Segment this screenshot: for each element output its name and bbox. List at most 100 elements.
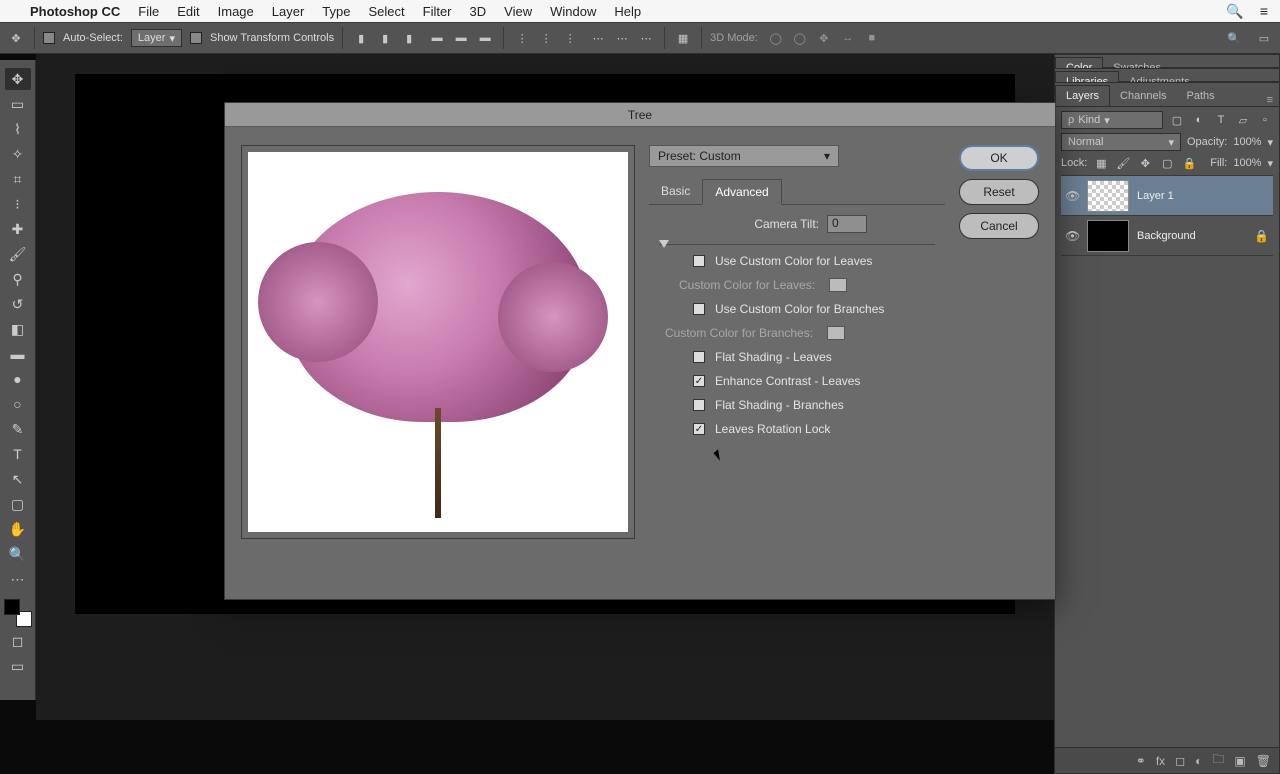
3d-slide-icon[interactable]: ↔ [838, 28, 858, 48]
menu-window[interactable]: Window [550, 4, 596, 19]
lock-pixels-icon[interactable]: 🖌 [1115, 155, 1131, 171]
menu-image[interactable]: Image [218, 4, 254, 19]
3d-zoom-icon[interactable]: ■ [862, 28, 882, 48]
3d-pan-icon[interactable]: ✥ [814, 28, 834, 48]
fill-value[interactable]: 100% [1233, 157, 1261, 169]
lock-all-icon[interactable]: 🔒 [1181, 155, 1197, 171]
lock-transparent-icon[interactable]: ▦ [1093, 155, 1109, 171]
filter-adjust-icon[interactable]: ◐ [1191, 112, 1207, 128]
show-transform-checkbox[interactable] [190, 32, 202, 44]
screenmode-tool[interactable]: ▭ [5, 655, 31, 677]
3d-orbit-icon[interactable]: ◯ [766, 28, 786, 48]
crop-tool[interactable]: ⌗ [5, 168, 31, 190]
lock-position-icon[interactable]: ✥ [1137, 155, 1153, 171]
use-custom-color-branches-checkbox[interactable]: Use Custom Color for Branches [649, 297, 945, 321]
pen-tool[interactable]: ✎ [5, 418, 31, 440]
new-layer-icon[interactable]: ▣ [1234, 754, 1245, 768]
dodge-tool[interactable]: ○ [5, 393, 31, 415]
auto-align-icon[interactable]: ▦ [673, 28, 693, 48]
healing-tool[interactable]: ✚ [5, 218, 31, 240]
filter-type-icon[interactable]: T [1213, 112, 1229, 128]
layers-panel-menu-icon[interactable]: ≡ [1261, 94, 1279, 106]
spotlight-icon[interactable]: 🔍 [1226, 3, 1243, 20]
link-layers-icon[interactable]: ⚭ [1136, 754, 1146, 768]
marquee-tool[interactable]: ▭ [5, 93, 31, 115]
magic-wand-tool[interactable]: ✧ [5, 143, 31, 165]
quickmask-tool[interactable]: ◻ [5, 630, 31, 652]
filter-pixel-icon[interactable]: ▢ [1169, 112, 1185, 128]
preset-dropdown[interactable]: Preset: Custom▾ [649, 145, 839, 167]
align-center-icon[interactable]: ▮ [375, 28, 395, 48]
foreground-color[interactable] [4, 599, 20, 615]
path-tool[interactable]: ↖ [5, 468, 31, 490]
hand-tool[interactable]: ✋ [5, 518, 31, 540]
shape-tool[interactable]: ▢ [5, 493, 31, 515]
auto-select-checkbox[interactable] [43, 32, 55, 44]
app-name[interactable]: Photoshop CC [30, 4, 120, 19]
delete-layer-icon[interactable]: 🗑 [1256, 754, 1271, 768]
adjustment-layer-icon[interactable]: ◐ [1195, 754, 1202, 768]
leaves-rotation-lock-checkbox[interactable]: Leaves Rotation Lock [649, 417, 945, 441]
lasso-tool[interactable]: ⌇ [5, 118, 31, 140]
reset-button[interactable]: Reset [959, 179, 1039, 205]
search-icon[interactable]: 🔍 [1224, 28, 1244, 48]
menu-file[interactable]: File [138, 4, 159, 19]
enhance-contrast-leaves-checkbox[interactable]: Enhance Contrast - Leaves [649, 369, 945, 393]
blur-tool[interactable]: ● [5, 368, 31, 390]
tab-layers[interactable]: Layers [1055, 85, 1110, 106]
tab-channels[interactable]: Channels [1110, 86, 1176, 106]
menu-icon[interactable]: ≡ [1260, 3, 1268, 20]
camera-tilt-slider[interactable] [659, 235, 935, 245]
gradient-tool[interactable]: ▬ [5, 343, 31, 365]
visibility-icon[interactable]: 👁 [1065, 189, 1079, 203]
align-middle-icon[interactable]: ▬ [451, 28, 471, 48]
eyedropper-tool[interactable]: ⁝ [5, 193, 31, 215]
branches-color-swatch[interactable] [827, 326, 845, 340]
flat-shading-branches-checkbox[interactable]: Flat Shading - Branches [649, 393, 945, 417]
zoom-tool[interactable]: 🔍 [5, 543, 31, 565]
menu-type[interactable]: Type [322, 4, 350, 19]
align-right-icon[interactable]: ▮ [399, 28, 419, 48]
type-tool[interactable]: T [5, 443, 31, 465]
tab-paths[interactable]: Paths [1177, 86, 1225, 106]
menu-help[interactable]: Help [614, 4, 641, 19]
tab-basic[interactable]: Basic [649, 179, 702, 204]
filter-shape-icon[interactable]: ▱ [1235, 112, 1251, 128]
distribute-v3-icon[interactable]: ⋯ [636, 28, 656, 48]
layer-name[interactable]: Background [1137, 230, 1196, 242]
layer-row-layer1[interactable]: 👁 Layer 1 [1061, 176, 1273, 216]
3d-roll-icon[interactable]: ◯ [790, 28, 810, 48]
more-tool[interactable]: ⋯ [5, 568, 31, 590]
color-swatches[interactable] [4, 599, 32, 627]
distribute-h2-icon[interactable]: ⋮ [536, 28, 556, 48]
use-custom-color-leaves-checkbox[interactable]: Use Custom Color for Leaves [649, 249, 945, 273]
flat-shading-leaves-checkbox[interactable]: Flat Shading - Leaves [649, 345, 945, 369]
layer-style-icon[interactable]: fx [1156, 754, 1165, 768]
cancel-button[interactable]: Cancel [959, 213, 1039, 239]
layer-thumbnail[interactable] [1087, 220, 1129, 252]
lock-artboard-icon[interactable]: ▢ [1159, 155, 1175, 171]
camera-tilt-input[interactable]: 0 [827, 215, 867, 233]
distribute-h1-icon[interactable]: ⋮ [512, 28, 532, 48]
tab-advanced[interactable]: Advanced [702, 179, 781, 205]
blend-mode-dropdown[interactable]: Normal▾ [1061, 133, 1181, 151]
auto-select-dropdown[interactable]: Layer▾ [131, 29, 182, 47]
leaves-color-swatch[interactable] [829, 278, 847, 292]
align-top-icon[interactable]: ▬ [427, 28, 447, 48]
group-icon[interactable]: 🗀 [1212, 750, 1224, 771]
move-tool[interactable]: ✥ [5, 68, 31, 90]
menu-edit[interactable]: Edit [177, 4, 199, 19]
distribute-v1-icon[interactable]: ⋯ [588, 28, 608, 48]
menu-select[interactable]: Select [368, 4, 404, 19]
eraser-tool[interactable]: ◧ [5, 318, 31, 340]
layer-name[interactable]: Layer 1 [1137, 190, 1174, 202]
ok-button[interactable]: OK [959, 145, 1039, 171]
dialog-title[interactable]: Tree [225, 103, 1055, 127]
align-bottom-icon[interactable]: ▬ [475, 28, 495, 48]
workspace-icon[interactable]: ▭ [1254, 28, 1274, 48]
align-left-icon[interactable]: ▮ [351, 28, 371, 48]
brush-tool[interactable]: 🖌 [5, 243, 31, 265]
stamp-tool[interactable]: ⚲ [5, 268, 31, 290]
visibility-icon[interactable]: 👁 [1065, 229, 1079, 243]
filter-smart-icon[interactable]: ▫ [1257, 112, 1273, 128]
